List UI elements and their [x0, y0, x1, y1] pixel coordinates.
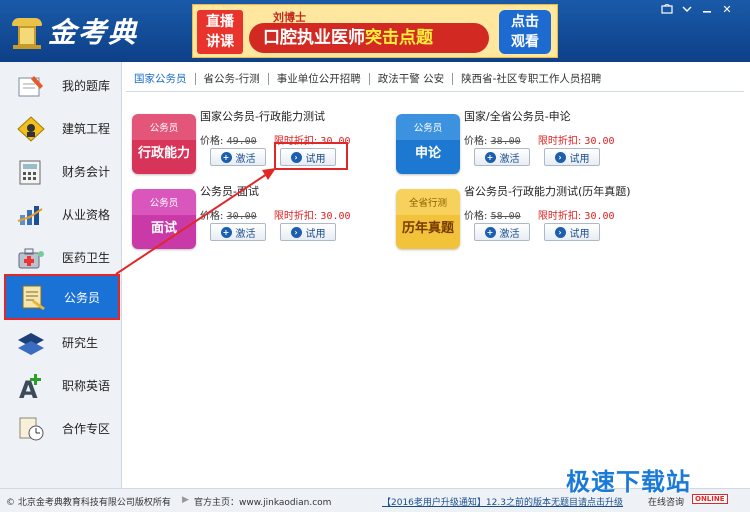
annotation-arrow-icon [115, 168, 276, 275]
copyright-text: © 北京金考典教育科技有限公司版权所有 [6, 498, 171, 508]
online-badge[interactable]: ONLINE [692, 494, 728, 504]
homepage-link[interactable]: 官方主页：www.jinkaodian.com [194, 495, 331, 508]
site-watermark: 极速下载站 [566, 468, 691, 496]
